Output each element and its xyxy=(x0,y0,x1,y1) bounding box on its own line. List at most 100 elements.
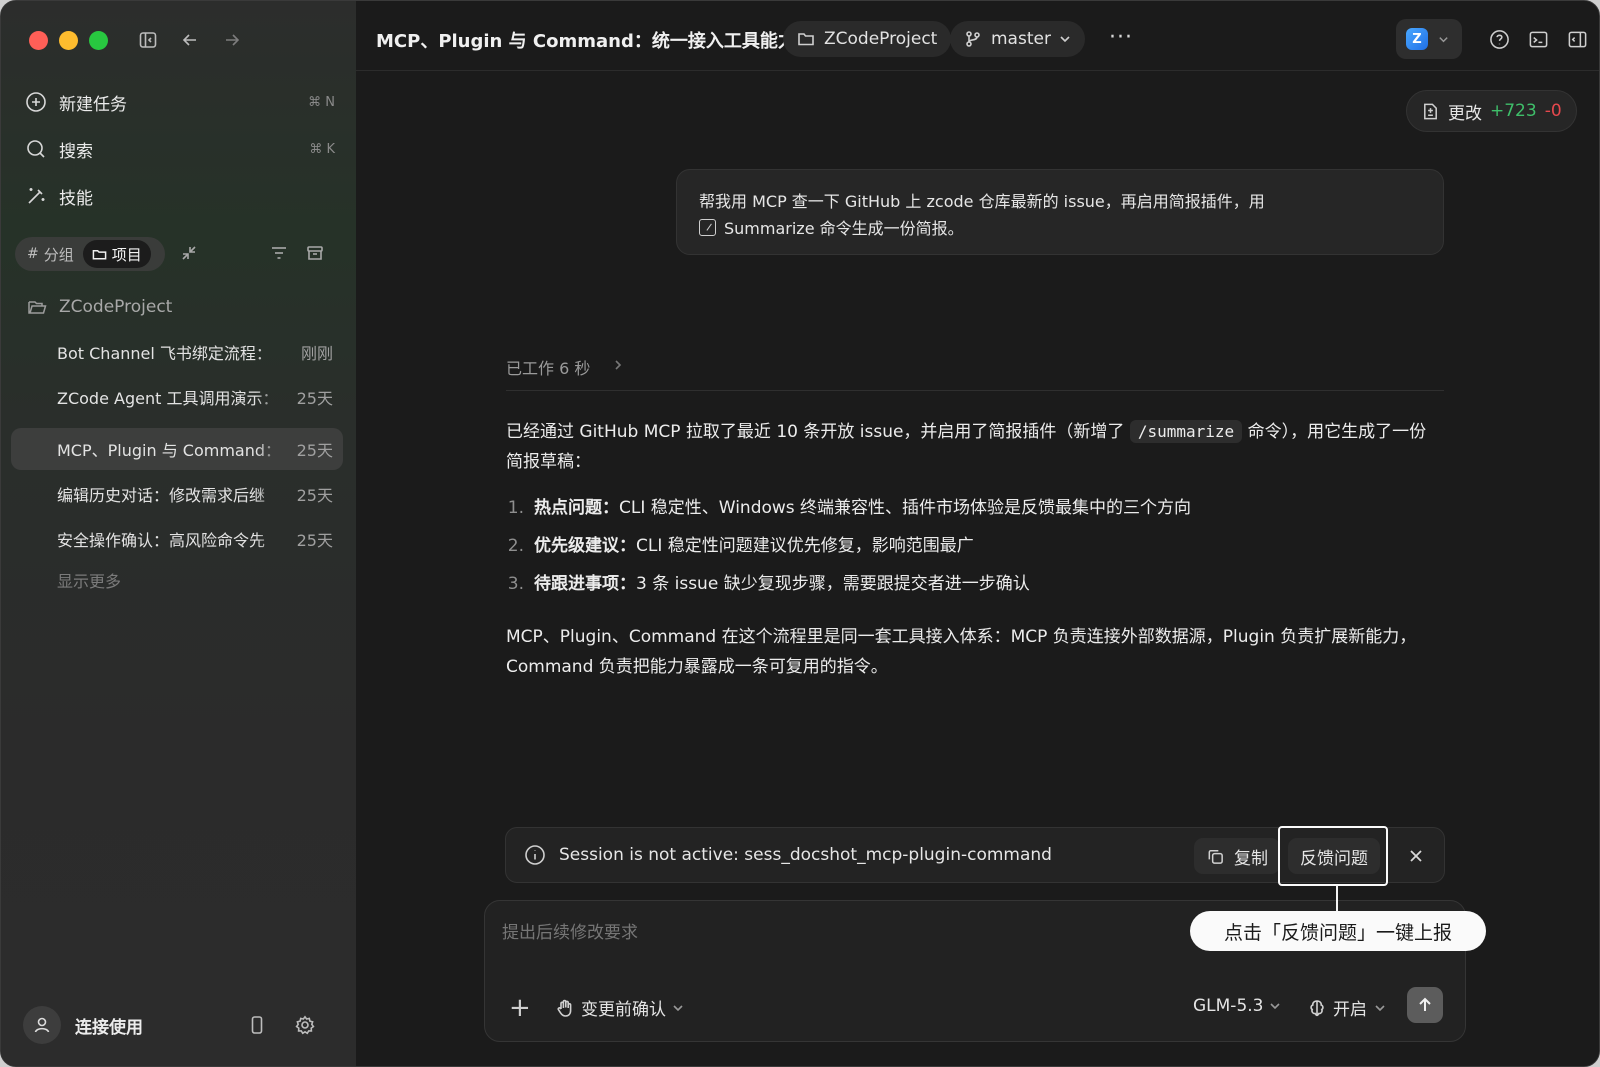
folder-open-icon xyxy=(28,301,47,314)
assistant-paragraph: MCP、Plugin、Command 在这个流程里是同一套工具接入体系：MCP … xyxy=(506,627,1417,677)
list-number: 2. xyxy=(507,536,524,556)
command-name: Summarize xyxy=(724,219,815,238)
task-title: ZCode Agent 工具调用演示： xyxy=(57,389,279,408)
task-item[interactable]: Bot Channel 飞书绑定流程： 刚刚 xyxy=(11,331,343,373)
open-in-app-button[interactable]: Z xyxy=(1396,19,1462,59)
feedback-label: 反馈问题 xyxy=(1300,848,1368,869)
thinking-toggle[interactable]: 开启 xyxy=(1307,995,1386,1020)
file-diff-icon xyxy=(1424,103,1437,119)
group-view-tab[interactable]: # 分组 xyxy=(18,240,83,268)
search-label: 搜索 xyxy=(59,141,93,162)
composer-placeholder[interactable]: 提出后续修改要求 xyxy=(502,918,638,943)
app-logo-icon: Z xyxy=(1406,28,1428,50)
task-time: 25天 xyxy=(296,486,333,505)
more-options-icon[interactable]: ··· xyxy=(1109,25,1133,50)
account-label[interactable]: 连接使用 xyxy=(75,1013,143,1038)
task-item-active[interactable]: MCP、Plugin 与 Command： 25天 xyxy=(11,428,343,470)
list-number: 3. xyxy=(507,574,524,594)
collapse-icon[interactable] xyxy=(177,241,201,265)
gear-icon[interactable] xyxy=(293,1013,317,1037)
chevron-down-icon xyxy=(1270,1003,1281,1010)
minimize-window-button[interactable] xyxy=(59,31,78,50)
send-button[interactable] xyxy=(1407,987,1443,1023)
chevron-down-icon xyxy=(673,1004,683,1011)
project-view-label: 项目 xyxy=(111,245,142,264)
sidebar: 新建任务 ⌘ N 搜索 ⌘ K 技能 # 分组 项目 ZCodeProject … xyxy=(1,1,356,1066)
command-icon xyxy=(699,219,716,236)
filter-icon[interactable] xyxy=(267,241,291,265)
divider xyxy=(506,390,1444,391)
new-task-label: 新建任务 xyxy=(59,94,127,115)
task-time: 25天 xyxy=(296,389,333,408)
changes-button[interactable]: 更改 +723 -0 xyxy=(1406,90,1577,132)
search-button[interactable]: 搜索 ⌘ K xyxy=(25,132,335,166)
search-icon xyxy=(27,140,45,158)
branch-pill[interactable]: master xyxy=(950,21,1085,57)
archive-icon[interactable] xyxy=(303,241,327,265)
hash-icon: # xyxy=(27,246,39,262)
close-window-button[interactable] xyxy=(29,31,48,50)
brain-icon xyxy=(1310,999,1324,1016)
feedback-button[interactable]: 反馈问题 xyxy=(1288,838,1380,874)
help-icon[interactable] xyxy=(1487,27,1511,51)
project-name: ZCodeProject xyxy=(59,297,173,317)
toggle-right-panel-icon[interactable] xyxy=(1565,27,1589,51)
confirm-mode-select[interactable]: 变更前确认 xyxy=(555,995,684,1020)
git-branch-icon xyxy=(966,31,980,47)
lines-removed: -0 xyxy=(1544,101,1562,121)
session-error-banner: Session is not active: sess_docshot_mcp-… xyxy=(505,826,1445,886)
chevron-down-icon xyxy=(1375,1004,1385,1011)
task-item[interactable]: 安全操作确认：高风险命令先 25天 xyxy=(11,518,343,560)
user-icon xyxy=(34,1017,50,1033)
list-heading: 优先级建议： xyxy=(534,536,636,556)
account-bar: 连接使用 xyxy=(23,1005,333,1045)
arrow-up-icon xyxy=(1419,997,1431,1011)
project-pill[interactable]: ZCodeProject xyxy=(783,21,952,57)
user-message-line: Summarize 命令生成一份简报。 xyxy=(699,215,1421,242)
main-panel: MCP、Plugin 与 Command：统一接入工具能力 ZCodeProje… xyxy=(356,1,1599,1066)
project-header[interactable]: ZCodeProject xyxy=(27,297,172,317)
user-message-tail: 命令生成一份简报。 xyxy=(819,219,964,238)
terminal-icon[interactable] xyxy=(1526,27,1550,51)
task-title: MCP、Plugin 与 Command： xyxy=(57,441,282,460)
task-time: 25天 xyxy=(296,441,333,460)
show-more-link[interactable]: 显示更多 xyxy=(57,568,121,592)
group-view-label: 分组 xyxy=(43,245,74,264)
answer-text: 已经通过 GitHub MCP 拉取了最近 10 条开放 issue，并启用了简… xyxy=(506,422,1125,442)
close-icon[interactable] xyxy=(1404,844,1428,868)
list-heading: 待跟进事项： xyxy=(534,574,636,594)
toggle-sidebar-icon[interactable] xyxy=(135,27,161,53)
back-arrow-icon[interactable] xyxy=(177,27,203,53)
chevron-down-icon xyxy=(1060,36,1070,43)
zoom-window-button[interactable] xyxy=(89,31,108,50)
list-heading: 热点问题： xyxy=(534,498,619,518)
skills-button[interactable]: 技能 xyxy=(25,179,335,213)
user-message-line: 帮我用 MCP 查一下 GitHub 上 zcode 仓库最新的 issue，再… xyxy=(699,192,1265,211)
folder-icon xyxy=(92,249,107,259)
forward-arrow-icon[interactable] xyxy=(219,27,245,53)
project-view-tab[interactable]: 项目 xyxy=(82,240,151,268)
top-bar: MCP、Plugin 与 Command：统一接入工具能力 ZCodeProje… xyxy=(356,1,1599,71)
task-item[interactable]: ZCode Agent 工具调用演示： 25天 xyxy=(11,376,343,418)
magic-wand-icon xyxy=(28,188,45,204)
lines-added: +723 xyxy=(1490,101,1537,121)
worked-duration[interactable]: 已工作 6 秒 xyxy=(506,355,590,379)
chevron-right-icon[interactable] xyxy=(612,359,624,371)
callout-connector xyxy=(1336,885,1338,911)
add-attachment-icon[interactable]: + xyxy=(509,993,531,1023)
phone-icon[interactable] xyxy=(245,1013,269,1037)
hand-icon xyxy=(557,999,572,1017)
list-text: CLI 稳定性、Windows 终端兼容性、插件市场体验是反馈最集中的三个方向 xyxy=(619,498,1192,518)
avatar[interactable] xyxy=(23,1006,61,1044)
app-window: 新建任务 ⌘ N 搜索 ⌘ K 技能 # 分组 项目 ZCodeProject … xyxy=(0,0,1600,1067)
task-item[interactable]: 编辑历史对话：修改需求后继 25天 xyxy=(11,473,343,515)
model-select[interactable]: GLM-5.3 xyxy=(1193,996,1281,1016)
new-task-button[interactable]: 新建任务 ⌘ N xyxy=(25,85,335,119)
view-toggle: # 分组 项目 xyxy=(15,237,165,271)
user-message: 帮我用 MCP 查一下 GitHub 上 zcode 仓库最新的 issue，再… xyxy=(676,169,1444,255)
inline-code: /summarize xyxy=(1129,420,1243,443)
copy-button[interactable]: 复制 xyxy=(1194,838,1280,874)
list-text: CLI 稳定性问题建议优先修复，影响范围最广 xyxy=(636,536,974,556)
copy-icon xyxy=(1208,849,1223,864)
list-item: 2. 优先级建议：CLI 稳定性问题建议优先修复，影响范围最广 xyxy=(506,531,1436,556)
